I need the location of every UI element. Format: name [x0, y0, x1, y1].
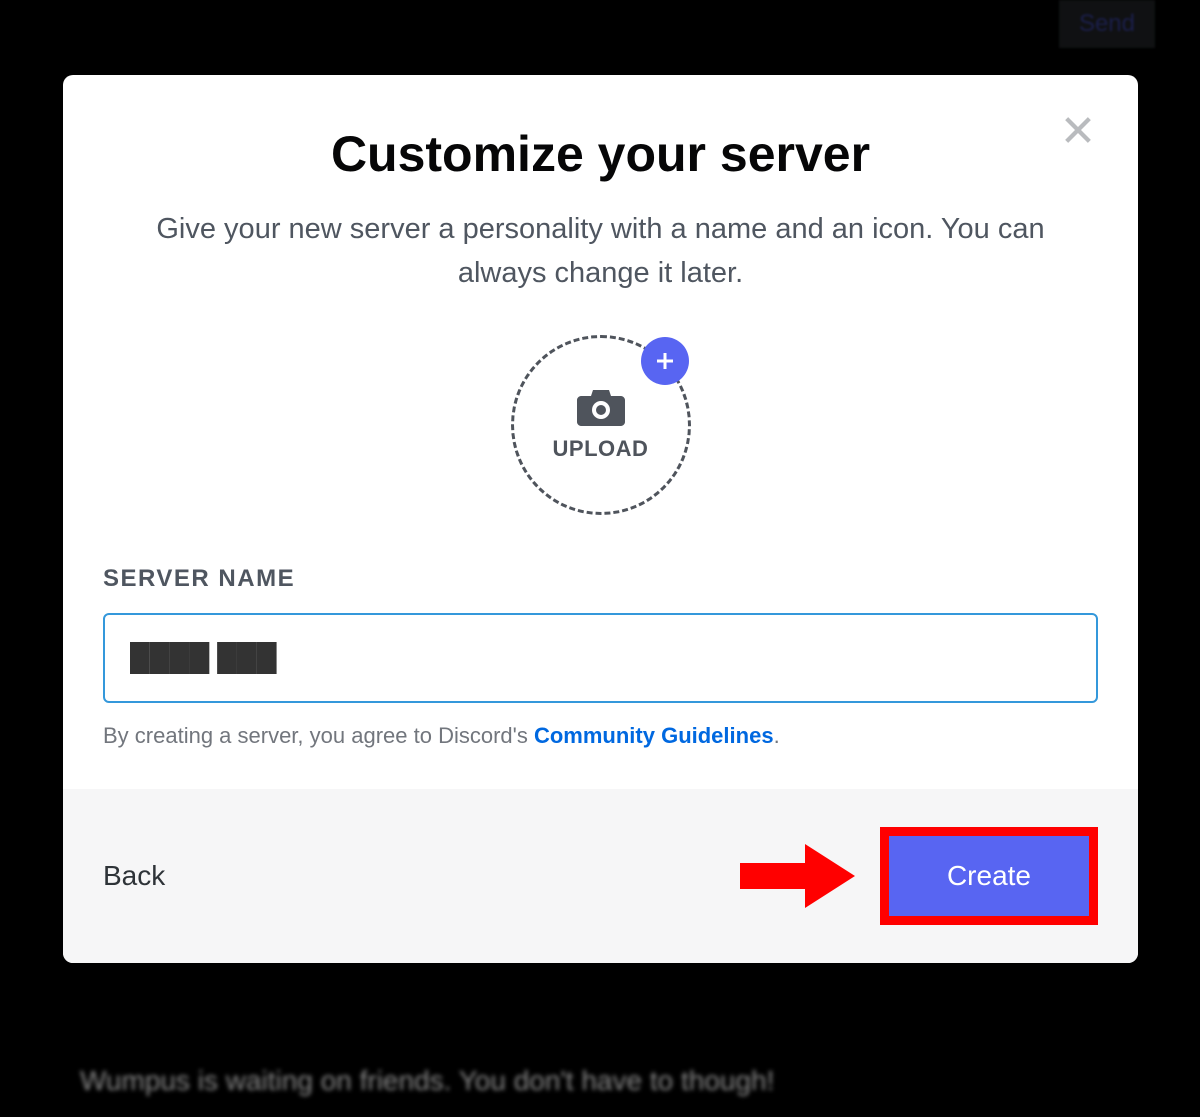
- server-name-input[interactable]: [103, 613, 1098, 703]
- bg-send-button: Send: [1059, 0, 1155, 48]
- disclaimer-suffix: .: [774, 723, 780, 748]
- disclaimer-text: By creating a server, you agree to Disco…: [103, 723, 1098, 749]
- modal-title: Customize your server: [103, 125, 1098, 183]
- server-name-label: SERVER NAME: [103, 565, 1098, 593]
- back-button[interactable]: Back: [103, 860, 165, 892]
- plus-icon: [653, 349, 677, 373]
- community-guidelines-link[interactable]: Community Guidelines: [534, 723, 774, 748]
- upload-plus-badge: [641, 337, 689, 385]
- upload-icon-button[interactable]: UPLOAD: [511, 335, 691, 515]
- create-button[interactable]: Create: [889, 836, 1089, 916]
- disclaimer-prefix: By creating a server, you agree to Disco…: [103, 723, 534, 748]
- create-button-highlight: Create: [880, 827, 1098, 925]
- close-button[interactable]: [1058, 110, 1098, 150]
- create-button-wrapper: Create: [730, 827, 1098, 925]
- customize-server-modal: Customize your server Give your new serv…: [63, 75, 1138, 963]
- modal-body: Customize your server Give your new serv…: [63, 75, 1138, 789]
- arrow-annotation-icon: [730, 836, 860, 916]
- modal-footer: Back Create: [63, 789, 1138, 963]
- bg-wumpus-text: Wumpus is waiting on friends. You don't …: [80, 1065, 774, 1097]
- close-icon: [1061, 113, 1095, 147]
- modal-subtitle: Give your new server a personality with …: [151, 208, 1051, 295]
